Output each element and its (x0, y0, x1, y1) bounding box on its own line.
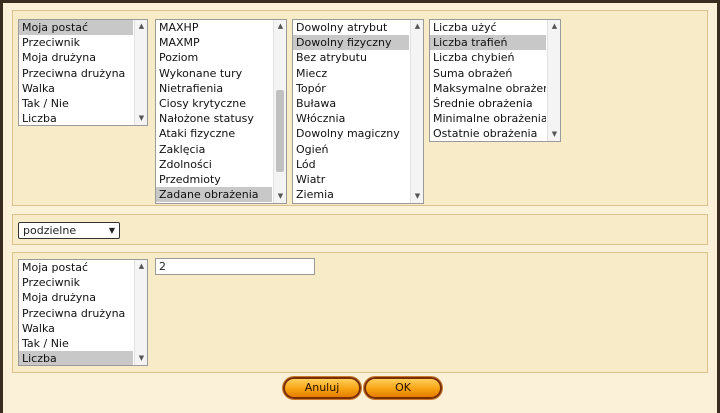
list-item[interactable]: Przeciwna drużyna (19, 306, 133, 321)
operator-select-value: podzielne (23, 224, 77, 237)
list-item[interactable]: Bez atrybutu (293, 50, 409, 65)
list-item[interactable]: MAXHP (156, 20, 272, 35)
list-item[interactable]: Ataki fizyczne (156, 126, 272, 141)
list-item[interactable]: Ciosy krytyczne (156, 96, 272, 111)
list-item[interactable]: Moja postać (19, 260, 133, 275)
list-item[interactable]: Moja postać (19, 20, 133, 36)
list-item[interactable]: MAXMP (156, 35, 272, 50)
metric-listbox[interactable]: Liczba użyć Liczba trafień Liczba chybień S… (429, 19, 561, 142)
metric-scrollbar[interactable]: ▲ ▼ (547, 20, 560, 141)
list-item[interactable]: Tak / Nie (19, 336, 133, 351)
scrollbar-thumb[interactable] (276, 90, 284, 172)
dropdown-caret-icon: ▼ (108, 226, 115, 235)
stat-list-items: MAXHP MAXMP Poziom Wykonane tury Nietrafieni… (156, 20, 272, 203)
scroll-down-arrow-icon[interactable]: ▼ (274, 190, 286, 203)
list-item[interactable]: Minimalne obrażenia (430, 111, 546, 126)
list-item[interactable]: Liczba chybień (430, 50, 546, 65)
list-item[interactable]: Ostatnie obrażenia (430, 126, 546, 141)
list-item[interactable]: Topór (293, 81, 409, 96)
scroll-up-arrow-icon[interactable]: ▲ (548, 20, 560, 33)
scroll-down-arrow-icon[interactable]: ▼ (548, 128, 560, 141)
list-item[interactable]: Liczba (19, 111, 133, 125)
list-item[interactable]: Wykonane tury (156, 66, 272, 81)
subject-scrollbar[interactable]: ▲ ▼ (134, 20, 147, 125)
scroll-down-arrow-icon[interactable]: ▼ (135, 352, 147, 365)
scroll-up-arrow-icon[interactable]: ▲ (135, 260, 147, 273)
list-item[interactable]: Przeciwna drużyna (19, 66, 133, 81)
list-item[interactable]: Walka (19, 81, 133, 96)
list-item[interactable]: Ziemia (293, 187, 409, 202)
list-item[interactable]: Włócznia (293, 111, 409, 126)
operand-list-items: Moja postać Przeciwnik Moja drużyna Przeciw… (19, 260, 133, 365)
operand-listbox[interactable]: Moja postać Przeciwnik Moja drużyna Przeciw… (18, 259, 148, 366)
subject-listbox[interactable]: Moja postać Przeciwnik Moja drużyna Przeciw… (18, 19, 148, 126)
metric-list-items: Liczba użyć Liczba trafień Liczba chybień S… (430, 20, 546, 141)
list-item[interactable]: Moja drużyna (19, 50, 133, 65)
list-item[interactable]: Moja drużyna (19, 290, 133, 305)
list-item[interactable]: Zaklęcia (156, 142, 272, 157)
list-item[interactable]: Liczba (19, 351, 133, 365)
value-input[interactable]: 2 (155, 258, 315, 275)
scroll-up-arrow-icon[interactable]: ▲ (411, 20, 423, 33)
scroll-up-arrow-icon[interactable]: ▲ (135, 20, 147, 33)
list-item[interactable]: Dowolny fizyczny (293, 35, 409, 51)
list-item[interactable]: Liczba użyć (430, 20, 546, 35)
list-item[interactable]: Zadane obrażenia (156, 187, 272, 203)
list-item[interactable]: Maksymalne obrażenia (430, 81, 546, 96)
attribute-list-items: Dowolny atrybut Dowolny fizyczny Bez atryb… (293, 20, 409, 202)
list-item[interactable]: Nałożone statusy (156, 111, 272, 126)
operand-scrollbar[interactable]: ▲ ▼ (134, 260, 147, 365)
scroll-down-arrow-icon[interactable]: ▼ (411, 190, 423, 203)
subject-list-items: Moja postać Przeciwnik Moja drużyna Przeciw… (19, 20, 133, 125)
list-item[interactable]: Suma obrażeń (430, 66, 546, 81)
list-item[interactable]: Buława (293, 96, 409, 111)
attribute-scrollbar[interactable]: ▲ ▼ (410, 20, 423, 203)
stat-scrollbar[interactable]: ▲ ▼ (273, 20, 286, 203)
list-item[interactable]: Poziom (156, 50, 272, 65)
list-item[interactable]: Miecz (293, 66, 409, 81)
scroll-up-arrow-icon[interactable]: ▲ (274, 20, 286, 33)
list-item[interactable]: Wiatr (293, 172, 409, 187)
list-item[interactable]: Ogień (293, 142, 409, 157)
operator-select[interactable]: podzielne ▼ (18, 222, 120, 239)
list-item[interactable]: Przeciwnik (19, 35, 133, 50)
stat-listbox[interactable]: MAXHP MAXMP Poziom Wykonane tury Nietrafieni… (155, 19, 287, 204)
attribute-listbox[interactable]: Dowolny atrybut Dowolny fizyczny Bez atryb… (292, 19, 424, 204)
list-item[interactable]: Dowolny magiczny (293, 126, 409, 141)
list-item[interactable]: Zdolności (156, 157, 272, 172)
scroll-down-arrow-icon[interactable]: ▼ (135, 112, 147, 125)
list-item[interactable]: Walka (19, 321, 133, 336)
list-item[interactable]: Lód (293, 157, 409, 172)
list-item[interactable]: Średnie obrażenia (430, 96, 546, 111)
list-item[interactable]: Przeciwnik (19, 275, 133, 290)
list-item[interactable]: Przedmioty (156, 172, 272, 187)
list-item[interactable]: Liczba trafień (430, 35, 546, 51)
ok-button[interactable]: OK (364, 377, 442, 399)
list-item[interactable]: Nietrafienia (156, 81, 272, 96)
cancel-button[interactable]: Anuluj (283, 377, 361, 399)
value-input-text: 2 (159, 260, 166, 273)
list-item[interactable]: Tak / Nie (19, 96, 133, 111)
list-item[interactable]: Dowolny atrybut (293, 20, 409, 35)
